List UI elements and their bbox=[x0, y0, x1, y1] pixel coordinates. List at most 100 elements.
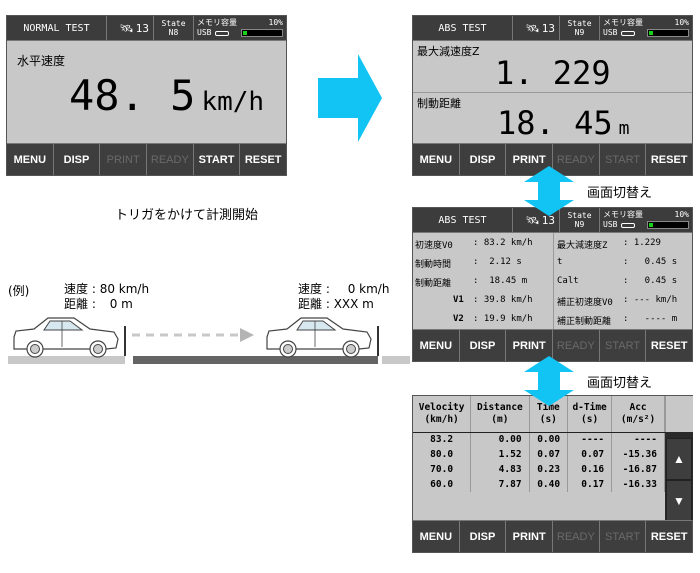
satellite-count: 13 bbox=[541, 21, 555, 35]
table-cell: 0.07 bbox=[529, 447, 569, 462]
column-unit: (m/s²) bbox=[620, 413, 656, 425]
disp-button[interactable]: DISP bbox=[459, 144, 507, 175]
usb-label: USB bbox=[197, 28, 212, 37]
usb-icon bbox=[621, 222, 636, 228]
table-cell: 0.40 bbox=[529, 477, 569, 492]
column-unit: (m) bbox=[491, 413, 509, 425]
table-cell: 1.52 bbox=[470, 447, 530, 462]
scroll-up-button[interactable]: ▲ bbox=[666, 438, 692, 480]
start-button[interactable]: START bbox=[193, 144, 241, 175]
detail-label: V1 bbox=[453, 295, 464, 305]
mode-title: ABS TEST bbox=[413, 208, 513, 232]
abs-detail-screen: ABS TEST 🛰 13 State N9 メモリ容量 10% USB 初速度V… bbox=[412, 207, 693, 362]
ready-button[interactable]: READY bbox=[147, 144, 194, 175]
detail-value: : 39.8 km/h bbox=[473, 295, 533, 305]
state-value: N9 bbox=[574, 220, 585, 229]
switch-screen-label: 画面切替え bbox=[587, 186, 653, 201]
table-row: 80.0 1.52 0.07 0.07 -15.36 bbox=[413, 447, 665, 462]
reset-button[interactable]: RESET bbox=[646, 330, 693, 361]
column-header: d-Time (s) bbox=[567, 396, 613, 433]
disp-button[interactable]: DISP bbox=[459, 330, 507, 361]
detail-label: 補正初速度V0 bbox=[557, 298, 613, 308]
print-button[interactable]: PRINT bbox=[506, 521, 554, 552]
detail-label: 補正制動距離 bbox=[557, 317, 612, 327]
menu-button[interactable]: MENU bbox=[413, 330, 460, 361]
state-indicator: State N9 bbox=[560, 16, 600, 40]
menu-button[interactable]: MENU bbox=[7, 144, 54, 175]
detail-label: Calt bbox=[557, 276, 579, 286]
reset-button[interactable]: RESET bbox=[646, 521, 693, 552]
braking-distance-readout: 18. 45 m bbox=[497, 104, 629, 142]
state-indicator: State N8 bbox=[154, 16, 194, 40]
state-value: N8 bbox=[168, 28, 179, 37]
speed-label: 速度 : bbox=[298, 282, 330, 296]
speed-label: 速度 : bbox=[64, 282, 96, 296]
disp-button[interactable]: DISP bbox=[53, 144, 101, 175]
start-button[interactable]: START bbox=[599, 144, 647, 175]
column-header: Distance (m) bbox=[470, 396, 530, 433]
menu-button[interactable]: MENU bbox=[413, 521, 460, 552]
memory-percent: 10% bbox=[268, 18, 283, 27]
table-cell: 60.0 bbox=[413, 477, 472, 492]
detail-value: : 1.229 bbox=[623, 238, 661, 248]
start-button[interactable]: START bbox=[599, 521, 647, 552]
memory-label: メモリ容量 bbox=[197, 18, 237, 27]
horizontal-speed-label: 水平速度 bbox=[17, 54, 66, 68]
speed-value: 48. 5 bbox=[69, 71, 196, 120]
triangle-up-icon: ▲ bbox=[673, 452, 685, 466]
table-cell: 4.83 bbox=[470, 462, 530, 477]
column-unit: (s) bbox=[539, 413, 557, 425]
mode-title: ABS TEST bbox=[413, 16, 513, 40]
detail-value: : 19.9 km/h bbox=[473, 314, 533, 324]
double-arrow-icon bbox=[524, 166, 574, 216]
table-row: 60.0 7.87 0.40 0.17 -16.33 bbox=[413, 477, 665, 492]
start-button[interactable]: START bbox=[599, 330, 647, 361]
memory-indicator: メモリ容量 10% USB bbox=[600, 208, 692, 232]
ready-button[interactable]: READY bbox=[553, 521, 600, 552]
memory-bar bbox=[241, 29, 283, 37]
scroll-down-button[interactable]: ▼ bbox=[666, 480, 692, 522]
menu-button[interactable]: MENU bbox=[413, 144, 460, 175]
speed-unit: km/h bbox=[201, 87, 265, 117]
start-readout: 速度 : 80 km/h 距離 : 0 m bbox=[64, 282, 149, 312]
end-readout: 速度 : 0 km/h 距離 : XXX m bbox=[298, 282, 389, 312]
memory-label: メモリ容量 bbox=[603, 210, 643, 219]
detail-label: 制動時間 bbox=[415, 260, 452, 270]
memory-bar bbox=[647, 29, 689, 37]
table-cell: 0.07 bbox=[567, 447, 613, 462]
memory-indicator: メモリ容量 10% USB bbox=[194, 16, 286, 40]
braking-distance-unit: m bbox=[618, 118, 630, 139]
reset-button[interactable]: RESET bbox=[240, 144, 287, 175]
distance-value: XXX m bbox=[333, 297, 374, 311]
column-name: Acc bbox=[629, 401, 647, 413]
satellite-status: 🛰 13 bbox=[107, 16, 154, 40]
column-unit: (km/h) bbox=[424, 413, 459, 425]
satellite-status: 🛰 13 bbox=[513, 16, 560, 40]
abs-summary-screen: ABS TEST 🛰 13 State N9 メモリ容量 10% USB 最大減速… bbox=[412, 15, 693, 176]
distance-label: 距離 : bbox=[298, 297, 330, 311]
car-icon bbox=[13, 317, 119, 358]
state-label: State bbox=[161, 19, 186, 28]
detail-label: 最大減速度Z bbox=[557, 241, 608, 251]
column-name: Distance bbox=[477, 401, 523, 413]
detail-label: V2 bbox=[453, 314, 464, 324]
status-header: ABS TEST 🛰 13 State N9 メモリ容量 10% USB bbox=[413, 16, 692, 41]
divider bbox=[413, 92, 692, 93]
table-cell: 0.23 bbox=[529, 462, 569, 477]
usb-label: USB bbox=[603, 220, 618, 229]
status-header: NORMAL TEST 🛰 13 State N8 メモリ容量 10% USB bbox=[7, 16, 286, 41]
column-header: Velocity (km/h) bbox=[413, 396, 472, 433]
memory-indicator: メモリ容量 10% USB bbox=[600, 16, 692, 40]
reset-button[interactable]: RESET bbox=[646, 144, 693, 175]
disp-button[interactable]: DISP bbox=[459, 521, 507, 552]
braking-distance-value: 18. 45 bbox=[497, 104, 613, 142]
print-button[interactable]: PRINT bbox=[100, 144, 148, 175]
table-row: 70.0 4.83 0.23 0.16 -16.87 bbox=[413, 462, 665, 477]
max-deceleration-label: 最大減速度Z bbox=[417, 45, 480, 58]
distance-value: 0 m bbox=[109, 297, 133, 311]
table-cell: 80.0 bbox=[413, 447, 472, 462]
detail-label: 初速度V0 bbox=[415, 241, 453, 251]
max-deceleration-value: 1. 229 bbox=[495, 54, 611, 92]
memory-label: メモリ容量 bbox=[603, 18, 643, 27]
motion-arrow-icon bbox=[132, 328, 254, 342]
